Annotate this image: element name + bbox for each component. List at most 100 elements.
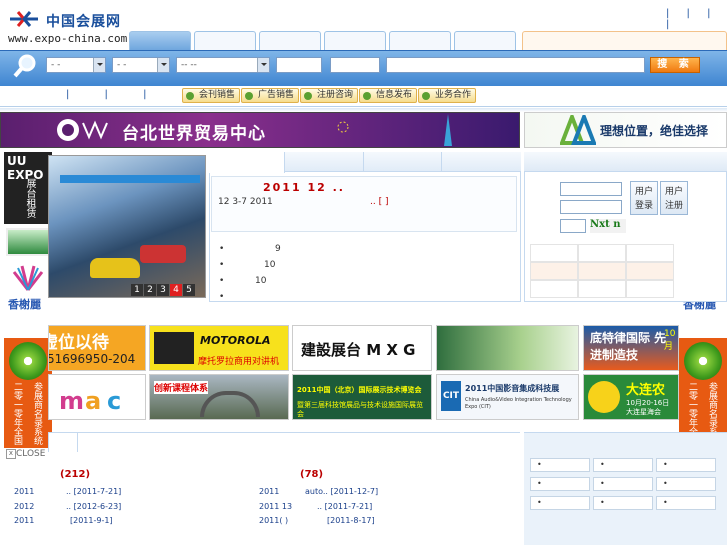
slide-page-1[interactable]: 1 [131,284,143,296]
link-box[interactable]: • [593,477,653,491]
grid-cell[interactable] [530,244,578,262]
link-box[interactable]: • [656,496,716,510]
grid-cell[interactable] [530,262,578,280]
ad-cit[interactable]: CIT 2011中国影音集成科技展 China Audio&Video Inte… [436,374,579,420]
booth-thumbnail[interactable] [6,228,50,256]
grid-cell[interactable] [626,262,674,280]
grid-cell[interactable] [626,244,674,262]
list-item-year[interactable]: 2011 [259,487,279,496]
ad-course[interactable]: 创新课程体系 [149,374,289,420]
tab-special[interactable] [522,31,727,50]
login-links-grid [530,244,720,298]
logo-icon[interactable] [8,10,40,28]
tab-5[interactable] [389,31,451,50]
publish-info-button[interactable]: 信息发布 [359,88,418,103]
ad-detroit[interactable]: 底特律国际 先进制造技 10月 [583,325,679,371]
news-headline[interactable]: 2011 12 .. [263,181,345,194]
xiangshu-ad[interactable]: 香榭麗 [4,262,52,318]
list-item-year[interactable]: 2011 13 [259,502,292,511]
list-item-date[interactable]: .. [2012-6-23] [66,502,121,511]
slide-boat-image [140,245,186,263]
link-box[interactable]: • [530,458,590,472]
register-consult-button[interactable]: 注册咨询 [300,88,359,103]
tab-2[interactable] [194,31,256,50]
ad-display-expo[interactable]: 2011中国（北京）国际展示技术博览会 暨第三届科技馆展品与技术设施国际展览会 [292,374,432,420]
ad-dalian[interactable]: 大连农 10月20-16日 大连星海会 [583,374,679,420]
captcha-input[interactable] [560,219,586,233]
link-box[interactable]: • [593,496,653,510]
tab-1[interactable] [129,31,191,50]
ad-sales-button[interactable]: 广告销售 [241,88,300,103]
slide-page-5[interactable]: 5 [183,284,195,296]
link-box[interactable]: • [593,458,653,472]
username-input[interactable] [560,182,622,196]
list-item-date[interactable]: .. [2011-7-21] [66,487,121,496]
uu-expo-ad[interactable]: UU EXPO 展台租赁 [4,152,52,224]
date-select[interactable]: -- -- [176,57,270,73]
search-button[interactable]: 搜 索 [650,57,700,73]
logo-url[interactable]: www.expo-china.com [8,32,127,45]
category-select[interactable]: - - [46,57,106,73]
tab-6[interactable] [454,31,516,50]
list-item-year[interactable]: 2011( ) [259,516,288,525]
date-to-input[interactable] [330,57,380,73]
svg-text:c: c [107,387,121,415]
logo-title[interactable]: 中国会展网 [46,11,121,31]
grid-cell[interactable] [530,280,578,298]
login-button[interactable]: 用户登录 [630,181,658,215]
link-box[interactable]: • [530,496,590,510]
top-links[interactable]: | | | | [666,8,727,30]
password-input[interactable] [560,200,622,214]
list-item-date[interactable]: auto.. [2011-12-7] [305,487,378,496]
ad-vacant[interactable]: 虚位以待 51696950-204 [48,325,146,371]
close-left-ad-button[interactable]: CLOSE [6,449,45,459]
date-from-input[interactable] [276,57,322,73]
ad-mxg[interactable]: 建設展台 M X G [292,325,432,371]
exhibitor-directory-ad[interactable]: 二零一零年全国 参展商名录系统 [4,338,52,448]
list-item-year[interactable]: 2012 [14,502,34,511]
register-button[interactable]: 用户注册 [660,181,688,215]
news-item[interactable]: 9 [275,244,281,254]
list-item-year[interactable]: 2011 [14,487,34,496]
fan-logo-icon [12,265,44,291]
news-detail-link[interactable]: .. [ ] [370,197,388,207]
tab-3[interactable] [259,31,321,50]
sub-nav-links[interactable]: | | | | [66,89,201,100]
slide-page-2[interactable]: 2 [144,284,156,296]
business-coop-button[interactable]: 业务合作 [418,88,477,103]
captcha-image[interactable]: Nxt n [590,219,626,233]
grid-cell[interactable] [578,244,626,262]
news-tab-divider [363,152,364,172]
slide-page-3[interactable]: 3 [157,284,169,296]
link-box[interactable]: • [656,477,716,491]
keyword-input[interactable] [386,57,645,73]
search-icon [13,54,36,78]
list-item-date[interactable]: [2011-8-17] [327,516,375,525]
catalog-sales-button[interactable]: 会刊销售 [182,88,241,103]
ad-motorola[interactable]: MOTOROLA 摩托罗拉商用对讲机 [149,325,289,371]
news-item[interactable]: 10 [264,260,275,270]
news-summary: 12 3-7 2011 [218,197,273,207]
twtc-banner-text: 台北世界贸易中心 [122,124,266,144]
list-item-year[interactable]: 2011 [14,516,34,525]
left-float-ad[interactable]: UU EXPO 展台租赁 香榭麗 二零一零年全国 参展商名录系统 [4,152,52,448]
slide-page-4[interactable]: 4 [170,284,182,296]
ad-booth-photo[interactable] [436,325,579,371]
news-tab-active[interactable] [209,152,285,173]
grid-cell[interactable] [578,280,626,298]
ad-mac[interactable]: mac [48,374,146,420]
list-item-date[interactable]: [2011-9-1] [70,516,113,525]
list-tab[interactable] [48,432,78,452]
region-select[interactable]: - - [112,57,170,73]
tab-4[interactable] [324,31,386,50]
slide-car-image [90,258,140,278]
emblem-icon [588,381,620,413]
grid-cell[interactable] [626,280,674,298]
firework-icon [337,121,349,133]
chevron-down-icon [257,58,269,72]
link-box[interactable]: • [530,477,590,491]
grid-cell[interactable] [578,262,626,280]
link-box[interactable]: • [656,458,716,472]
list-item-date[interactable]: .. [2011-7-21] [317,502,372,511]
news-item[interactable]: 10 [255,276,266,286]
